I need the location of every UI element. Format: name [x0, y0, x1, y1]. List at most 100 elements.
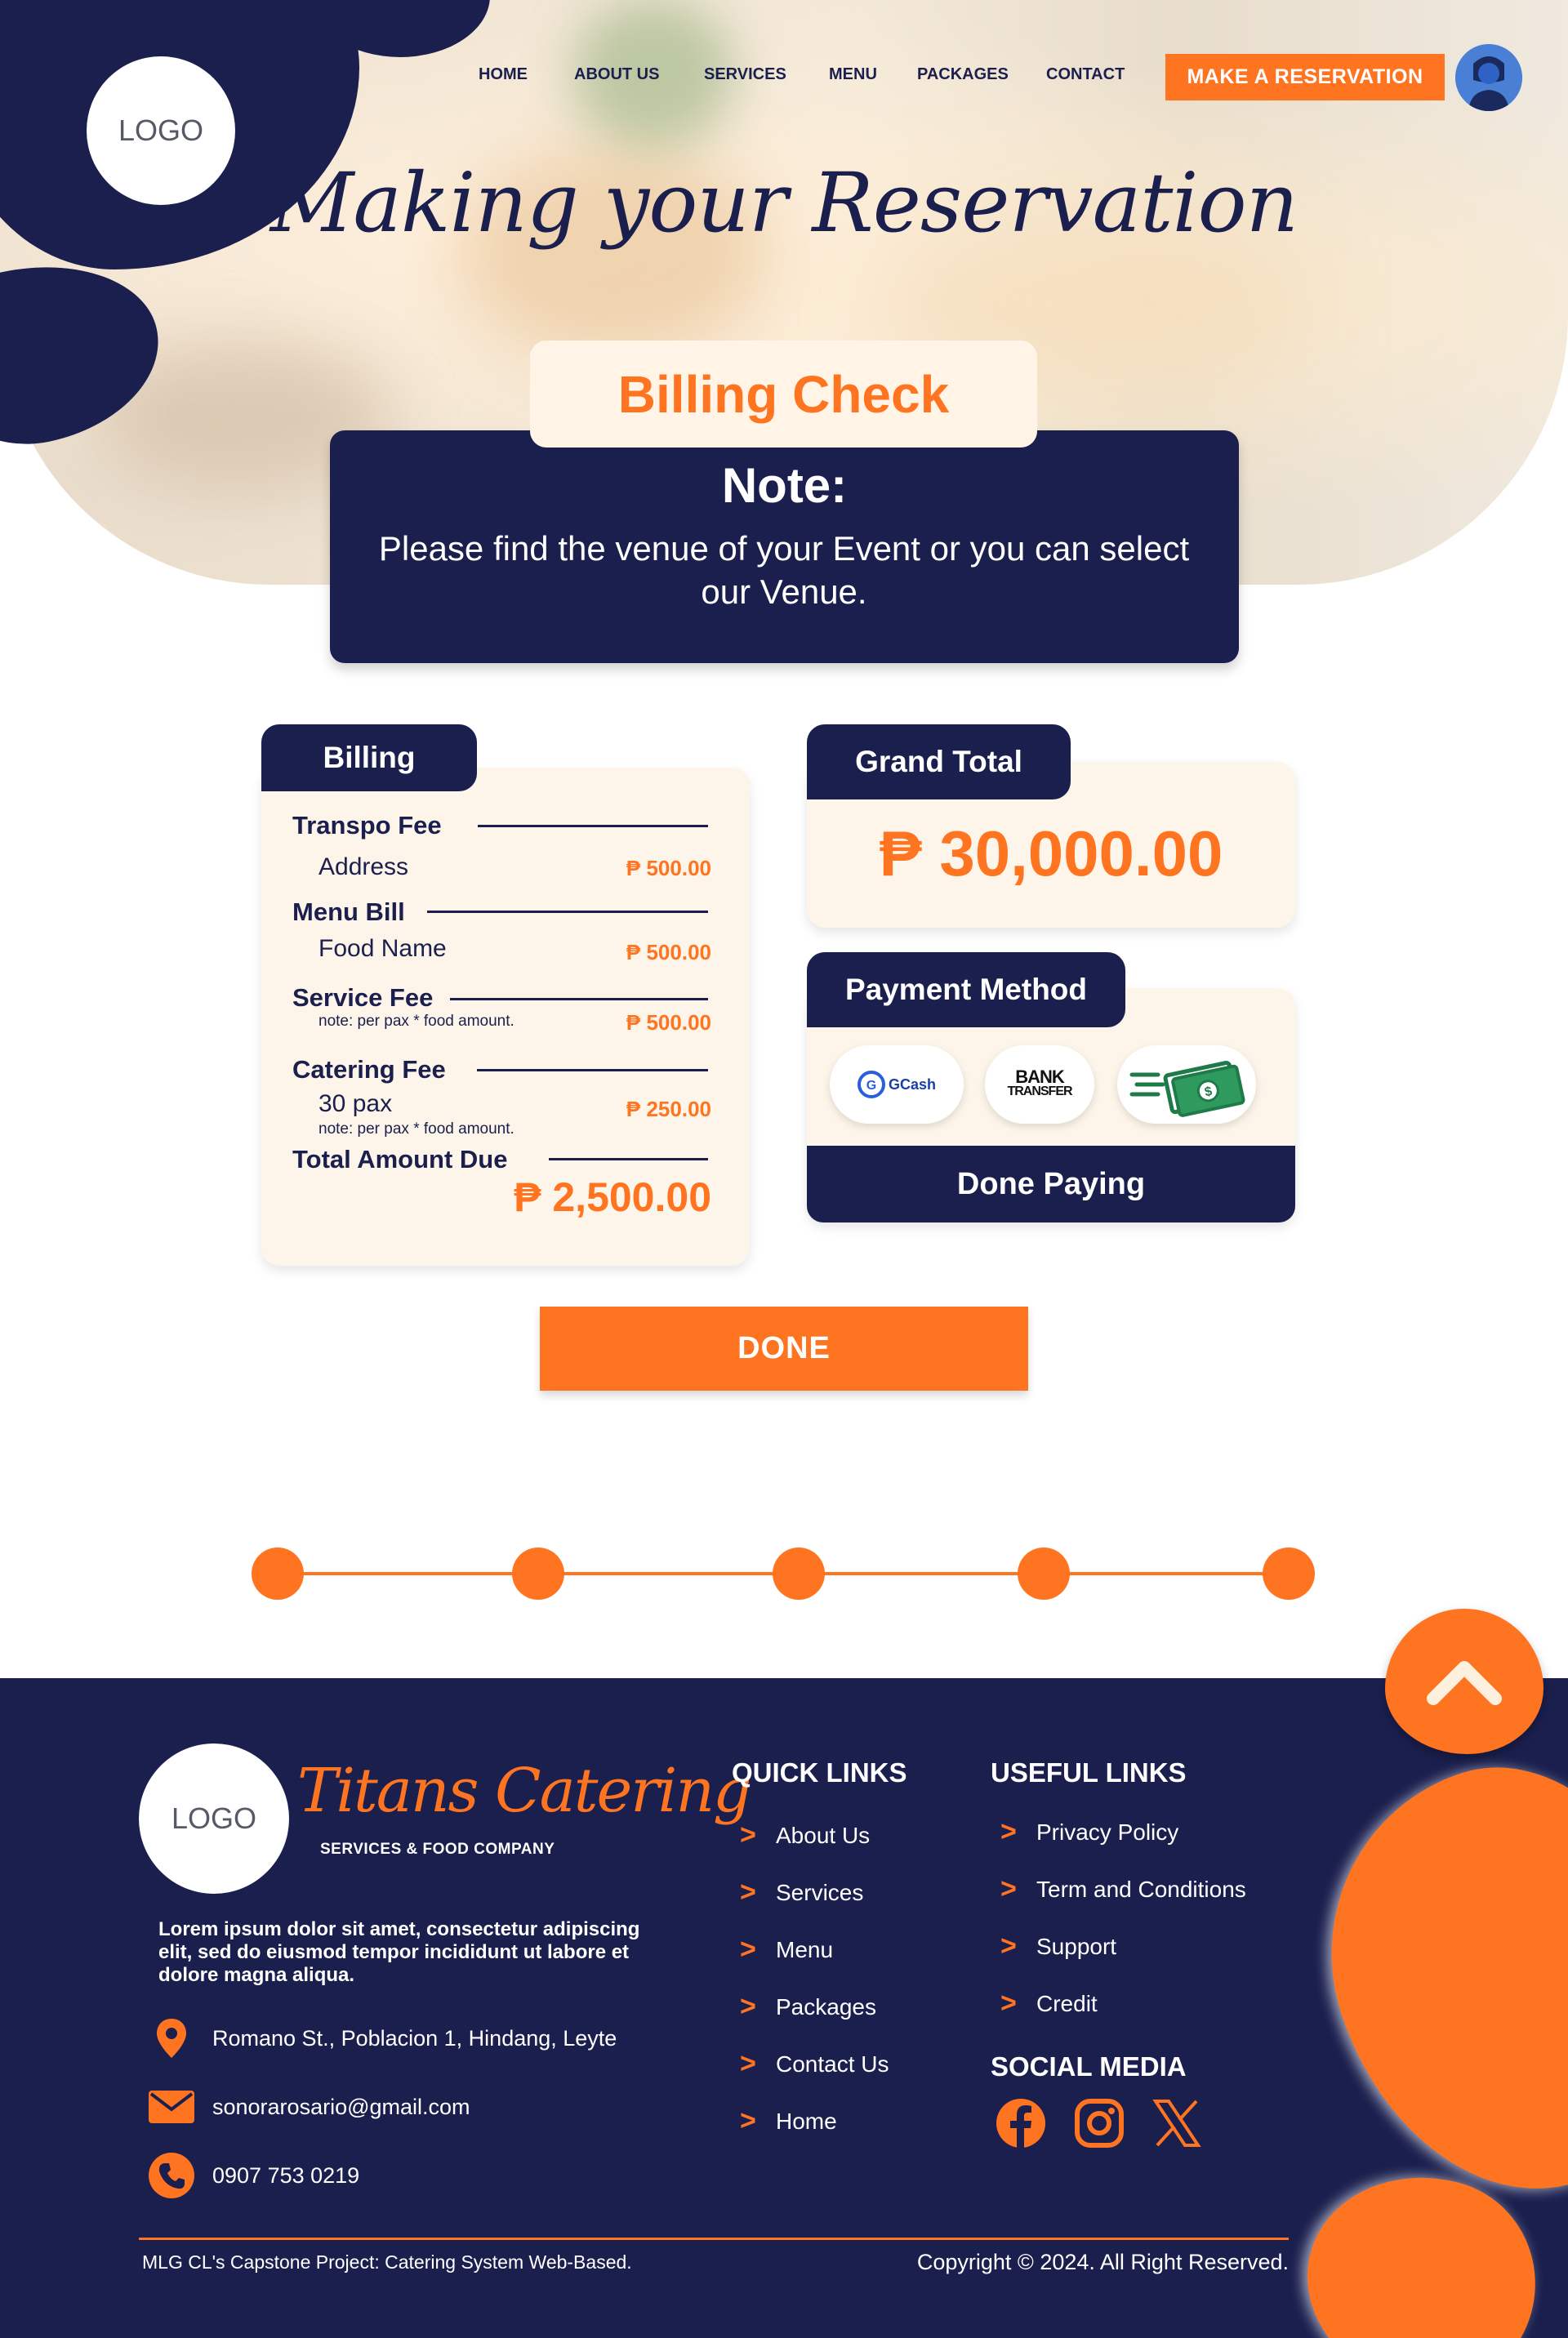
- quick-link-menu[interactable]: > Menu: [740, 1934, 833, 1966]
- nav-contact[interactable]: CONTACT: [1046, 65, 1125, 84]
- contact-phone[interactable]: 0907 753 0219: [147, 2151, 359, 2200]
- menu-food-name: Food Name: [318, 935, 447, 962]
- x-icon[interactable]: [1148, 2095, 1205, 2152]
- chevron-right-icon: >: [1000, 1816, 1017, 1847]
- link-label: Menu: [776, 1936, 834, 1962]
- chevron-right-icon: >: [740, 1819, 756, 1850]
- step-3[interactable]: [773, 1548, 825, 1600]
- chevron-right-icon: >: [740, 1934, 756, 1965]
- footer-logo[interactable]: LOGO: [139, 1743, 289, 1894]
- grand-total-tab: Grand Total: [807, 724, 1071, 799]
- gcash-icon: G: [857, 1071, 885, 1098]
- phone-icon: [147, 2151, 196, 2200]
- useful-link-terms[interactable]: > Term and Conditions: [1000, 1873, 1246, 1905]
- quick-link-packages[interactable]: > Packages: [740, 1991, 876, 2023]
- transpo-amount: ₱ 500.00: [626, 856, 711, 880]
- contact-email[interactable]: sonorarosario@gmail.com: [147, 2082, 470, 2131]
- phone-text[interactable]: 0907 753 0219: [212, 2163, 359, 2189]
- transfer-label: TRANSFER: [1007, 1084, 1072, 1098]
- quick-link-services[interactable]: > Services: [740, 1877, 863, 1908]
- link-label: Term and Conditions: [1036, 1876, 1246, 1902]
- divider: [450, 998, 708, 1000]
- link-label: Privacy Policy: [1036, 1819, 1179, 1845]
- link-label: About Us: [776, 1822, 871, 1848]
- instagram-icon[interactable]: [1071, 2095, 1128, 2152]
- catering-fee-label: Catering Fee: [292, 1055, 446, 1084]
- link-label: Packages: [776, 1993, 876, 2020]
- make-reservation-button[interactable]: MAKE A RESERVATION: [1165, 54, 1445, 100]
- link-label: Credit: [1036, 1990, 1098, 2016]
- footer-description: Lorem ipsum dolor sit amet, consectetur …: [158, 1918, 640, 1986]
- user-avatar-icon[interactable]: [1455, 44, 1522, 111]
- quick-link-about-us[interactable]: > About Us: [740, 1819, 870, 1851]
- nav-packages[interactable]: PACKAGES: [917, 65, 1009, 84]
- mail-icon: [147, 2082, 196, 2131]
- link-label: Home: [776, 2108, 837, 2134]
- useful-links-title: USEFUL LINKS: [991, 1757, 1187, 1788]
- service-fee-label: Service Fee: [292, 983, 434, 1012]
- chevron-right-icon: >: [740, 1991, 756, 2022]
- footer-brand-name: Titans Catering: [297, 1756, 751, 1826]
- transpo-fee-label: Transpo Fee: [292, 811, 442, 839]
- menu-bill-label: Menu Bill: [292, 897, 405, 926]
- cash-option[interactable]: $: [1117, 1045, 1256, 1124]
- useful-link-credit[interactable]: > Credit: [1000, 1988, 1098, 2020]
- chevron-right-icon: >: [740, 1877, 756, 1908]
- payment-method-tab: Payment Method: [807, 952, 1125, 1027]
- total-amount-due-label: Total Amount Due: [292, 1145, 508, 1173]
- cash-icon: $: [1129, 1061, 1245, 1117]
- gcash-label: GCash: [888, 1075, 937, 1093]
- catering-note: note: per pax * food amount.: [318, 1120, 514, 1138]
- catering-pax: 30 pax: [318, 1090, 393, 1117]
- catering-amount: ₱ 250.00: [626, 1097, 711, 1121]
- divider: [549, 1158, 708, 1160]
- facebook-icon[interactable]: [992, 2095, 1049, 2152]
- step-2[interactable]: [512, 1548, 564, 1600]
- page-title: Making your Reservation: [270, 155, 1298, 251]
- transpo-address: Address: [318, 853, 409, 880]
- quick-link-home[interactable]: > Home: [740, 2105, 837, 2137]
- note-text: Please find the venue of your Event or y…: [378, 529, 1190, 611]
- useful-link-privacy-policy[interactable]: > Privacy Policy: [1000, 1816, 1178, 1848]
- quick-links-title: QUICK LINKS: [732, 1757, 907, 1788]
- scroll-to-top-button[interactable]: [1385, 1609, 1544, 1754]
- nav-menu[interactable]: MENU: [829, 65, 877, 84]
- divider: [477, 1069, 708, 1071]
- service-amount: ₱ 500.00: [626, 1010, 711, 1035]
- total-amount-due-value: ₱ 2,500.00: [514, 1174, 711, 1220]
- step-5[interactable]: [1263, 1548, 1315, 1600]
- social-media-title: SOCIAL MEDIA: [991, 2051, 1187, 2082]
- bank-transfer-option[interactable]: BANK TRANSFER: [985, 1045, 1094, 1124]
- quick-link-contact-us[interactable]: > Contact Us: [740, 2048, 889, 2080]
- address-text: Romano St., Poblacion 1, Hindang, Leyte: [212, 2025, 617, 2051]
- step-4[interactable]: [1018, 1548, 1070, 1600]
- footer-tagline: SERVICES & FOOD COMPANY: [320, 1841, 555, 1858]
- done-button[interactable]: DONE: [540, 1307, 1028, 1391]
- menu-amount: ₱ 500.00: [626, 940, 711, 964]
- chevron-up-icon: [1427, 1661, 1502, 1705]
- grand-total-amount: ₱ 30,000.00: [879, 817, 1223, 889]
- svg-text:G: G: [866, 1079, 876, 1093]
- divider: [478, 825, 708, 827]
- done-paying-button[interactable]: Done Paying: [807, 1146, 1295, 1222]
- email-text[interactable]: sonorarosario@gmail.com: [212, 2095, 470, 2120]
- chevron-right-icon: >: [1000, 1988, 1017, 2019]
- bank-label: BANK: [1015, 1067, 1065, 1087]
- contact-address: Romano St., Poblacion 1, Hindang, Leyte: [147, 2014, 617, 2063]
- gcash-option[interactable]: G GCash: [830, 1045, 964, 1124]
- nav-services[interactable]: SERVICES: [704, 65, 786, 84]
- nav-about-us[interactable]: ABOUT US: [574, 65, 659, 84]
- location-pin-icon: [147, 2014, 196, 2063]
- footer-project-note: MLG CL's Capstone Project: Catering Syst…: [142, 2251, 632, 2273]
- link-label: Contact Us: [776, 2051, 889, 2077]
- service-note: note: per pax * food amount.: [318, 1013, 514, 1030]
- footer-copyright: Copyright © 2024. All Right Reserved.: [916, 2250, 1289, 2274]
- billing-check-title: Billing Check: [530, 341, 1037, 448]
- chevron-right-icon: >: [740, 2105, 756, 2136]
- chevron-right-icon: >: [1000, 1873, 1017, 1904]
- useful-link-support[interactable]: > Support: [1000, 1931, 1116, 1962]
- divider: [427, 911, 708, 913]
- nav-home[interactable]: HOME: [479, 65, 528, 84]
- step-1[interactable]: [252, 1548, 304, 1600]
- link-label: Services: [776, 1879, 864, 1905]
